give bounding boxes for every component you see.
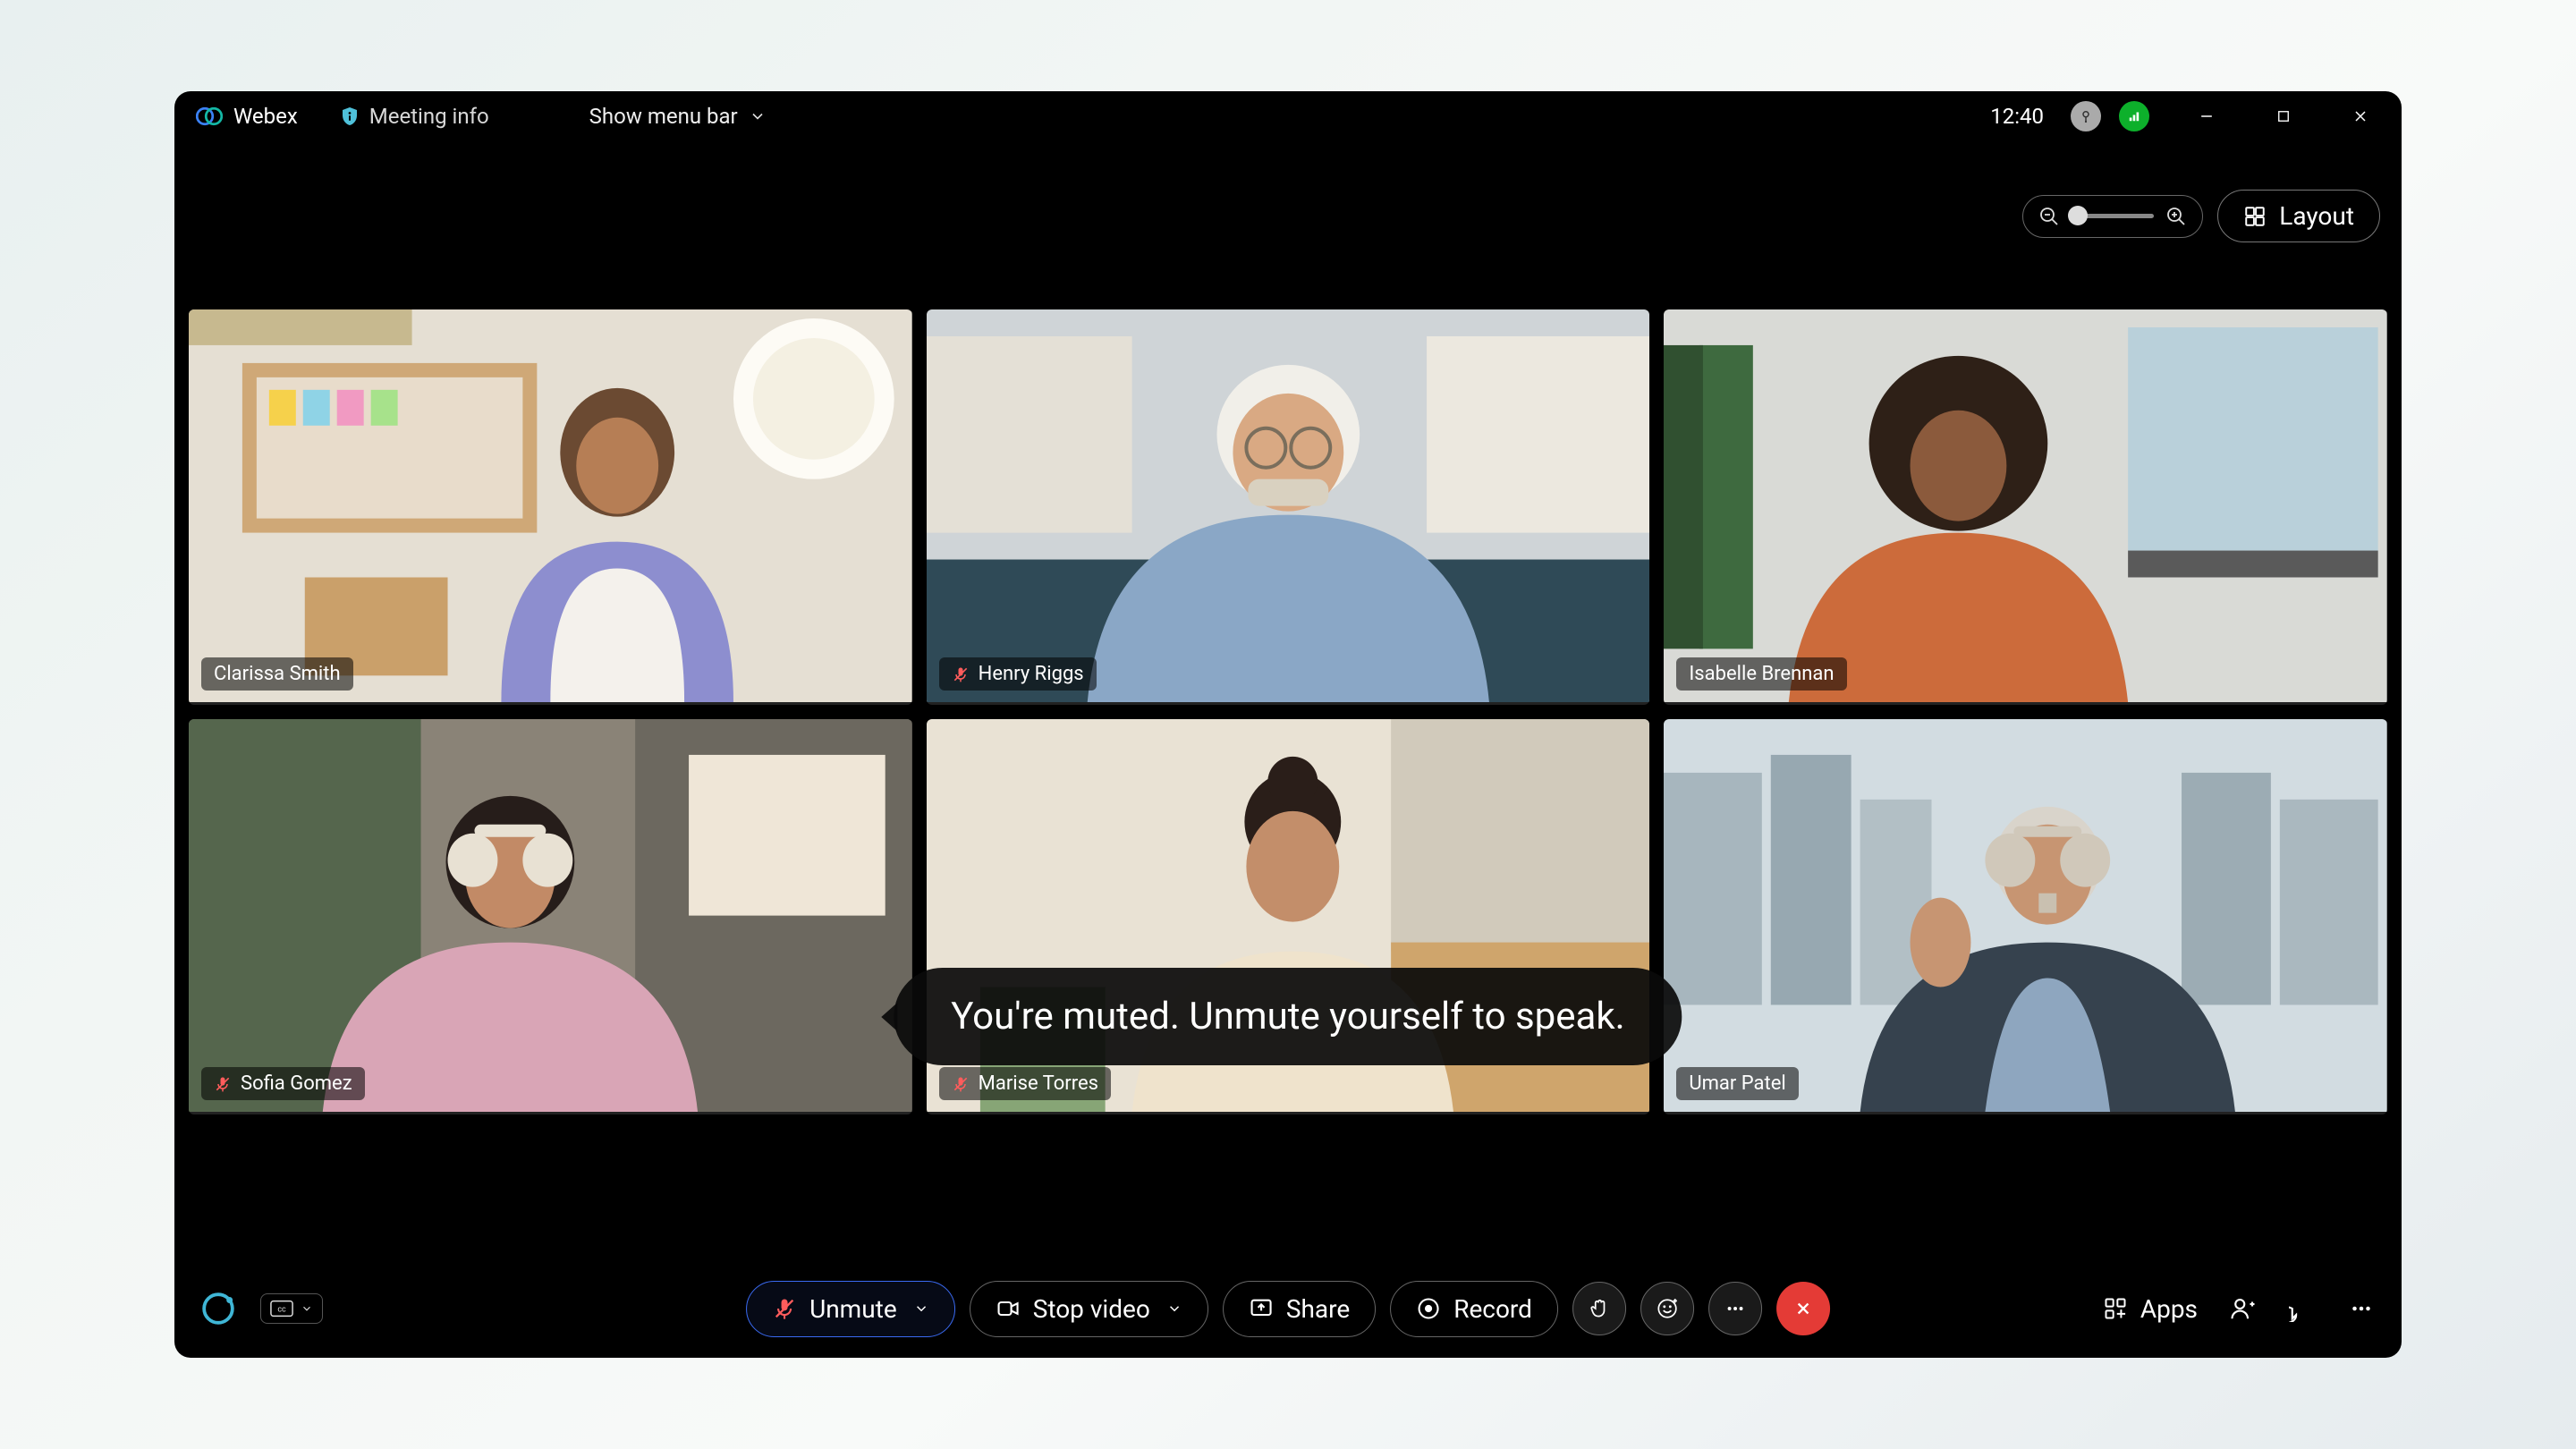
- title-bar-left: Webex Meeting info Show menu bar: [196, 103, 767, 130]
- layout-controls: Layout: [2022, 190, 2380, 242]
- zoom-control[interactable]: [2022, 195, 2203, 238]
- bottom-bar-left: cc: [201, 1292, 323, 1326]
- chevron-down-icon[interactable]: [913, 1301, 929, 1317]
- app-name-label: Webex: [233, 104, 298, 129]
- title-bar-right: 12:40: [1990, 97, 2380, 136]
- app-window: Webex Meeting info Show menu bar 12:40: [174, 91, 2402, 1358]
- record-label: Record: [1453, 1294, 1532, 1324]
- more-options-button[interactable]: [1708, 1282, 1762, 1335]
- share-screen-icon: [1249, 1296, 1274, 1321]
- participant-tile[interactable]: Sofia Gomez: [189, 719, 912, 1114]
- apps-icon: [2103, 1296, 2128, 1321]
- participant-name-label: Clarissa Smith: [214, 663, 341, 685]
- mic-muted-icon: [772, 1296, 797, 1321]
- encryption-icon[interactable]: [2071, 101, 2101, 131]
- maximize-button[interactable]: [2264, 97, 2303, 136]
- stop-video-label: Stop video: [1033, 1294, 1150, 1324]
- participant-name-tag: Henry Riggs: [939, 657, 1097, 691]
- layout-label: Layout: [2279, 201, 2354, 231]
- layout-button[interactable]: Layout: [2217, 190, 2380, 242]
- video-feed: [1664, 719, 2387, 1112]
- bottom-bar-right: Apps: [2103, 1294, 2375, 1324]
- show-menu-label: Show menu bar: [589, 104, 738, 129]
- bottom-bar: cc Unmute Stop video Share Record: [174, 1259, 2402, 1358]
- record-icon: [1416, 1296, 1441, 1321]
- participant-name-label: Isabelle Brennan: [1689, 663, 1834, 685]
- video-feed: [189, 719, 912, 1112]
- close-button[interactable]: [2341, 97, 2380, 136]
- leave-meeting-button[interactable]: [1776, 1282, 1830, 1335]
- zoom-slider-thumb[interactable]: [2068, 206, 2088, 225]
- participant-tile[interactable]: Clarissa Smith: [189, 309, 912, 705]
- zoom-out-button[interactable]: [2036, 203, 2063, 230]
- participant-name-tag: Sofia Gomez: [201, 1067, 365, 1100]
- more-horizontal-icon: [1724, 1297, 1747, 1320]
- mic-muted-icon: [952, 665, 970, 683]
- chevron-down-icon: [301, 1302, 313, 1315]
- grid-layout-icon: [2243, 205, 2267, 228]
- show-menu-bar-button[interactable]: Show menu bar: [589, 104, 767, 129]
- shield-info-icon: [339, 106, 360, 127]
- chevron-down-icon: [749, 107, 767, 125]
- video-feed: [1664, 309, 2387, 702]
- apps-label: Apps: [2140, 1294, 2198, 1324]
- participant-tile[interactable]: Henry Riggs: [927, 309, 1650, 705]
- video-feed: [189, 309, 912, 702]
- participant-tile[interactable]: Isabelle Brennan: [1664, 309, 2387, 705]
- assistant-icon[interactable]: [201, 1292, 235, 1326]
- muted-toast: You're muted. Unmute yourself to speak.: [894, 968, 1682, 1065]
- apps-button[interactable]: Apps: [2103, 1294, 2198, 1324]
- reactions-button[interactable]: [1640, 1282, 1694, 1335]
- participant-name-label: Henry Riggs: [979, 663, 1084, 685]
- mic-muted-icon: [952, 1075, 970, 1093]
- video-feed: [927, 309, 1650, 702]
- participant-name-label: Sofia Gomez: [241, 1072, 352, 1095]
- captions-icon: cc: [270, 1300, 293, 1318]
- stop-video-button[interactable]: Stop video: [970, 1281, 1208, 1337]
- minimize-button[interactable]: [2187, 97, 2226, 136]
- zoom-in-button[interactable]: [2163, 203, 2190, 230]
- unmute-label: Unmute: [809, 1294, 897, 1324]
- participant-name-tag: Clarissa Smith: [201, 657, 353, 691]
- participant-name-label: Umar Patel: [1689, 1072, 1785, 1095]
- bottom-bar-center: Unmute Stop video Share Record: [746, 1281, 1830, 1337]
- panel-more-button[interactable]: [2348, 1295, 2375, 1322]
- chevron-down-icon[interactable]: [1166, 1301, 1182, 1317]
- record-button[interactable]: Record: [1390, 1281, 1558, 1337]
- participant-name-label: Marise Torres: [979, 1072, 1098, 1095]
- raise-hand-button[interactable]: [1572, 1282, 1626, 1335]
- participant-name-tag: Umar Patel: [1676, 1067, 1798, 1100]
- participant-name-tag: Marise Torres: [939, 1067, 1111, 1100]
- participants-button[interactable]: [2230, 1295, 2257, 1322]
- participant-name-tag: Isabelle Brennan: [1676, 657, 1846, 691]
- emoji-icon: [1656, 1297, 1679, 1320]
- video-icon: [996, 1296, 1021, 1321]
- participant-tile[interactable]: Umar Patel: [1664, 719, 2387, 1114]
- webex-logo-group[interactable]: Webex: [196, 103, 298, 130]
- captions-menu-button[interactable]: cc: [260, 1293, 323, 1324]
- zoom-slider-track[interactable]: [2072, 214, 2154, 218]
- unmute-button[interactable]: Unmute: [746, 1281, 955, 1337]
- webex-logo-icon: [196, 103, 223, 130]
- share-label: Share: [1286, 1294, 1350, 1324]
- chat-button[interactable]: [2289, 1295, 2316, 1322]
- svg-text:cc: cc: [277, 1305, 286, 1314]
- clock-label: 12:40: [1990, 104, 2044, 129]
- meeting-info-label: Meeting info: [369, 104, 489, 129]
- raise-hand-icon: [1588, 1297, 1611, 1320]
- network-signal-icon[interactable]: [2119, 101, 2149, 131]
- toast-message: You're muted. Unmute yourself to speak.: [951, 995, 1624, 1038]
- title-bar: Webex Meeting info Show menu bar 12:40: [174, 91, 2402, 141]
- mic-muted-icon: [214, 1075, 232, 1093]
- meeting-info-button[interactable]: Meeting info: [339, 104, 489, 129]
- share-button[interactable]: Share: [1223, 1281, 1376, 1337]
- close-icon: [1792, 1297, 1815, 1320]
